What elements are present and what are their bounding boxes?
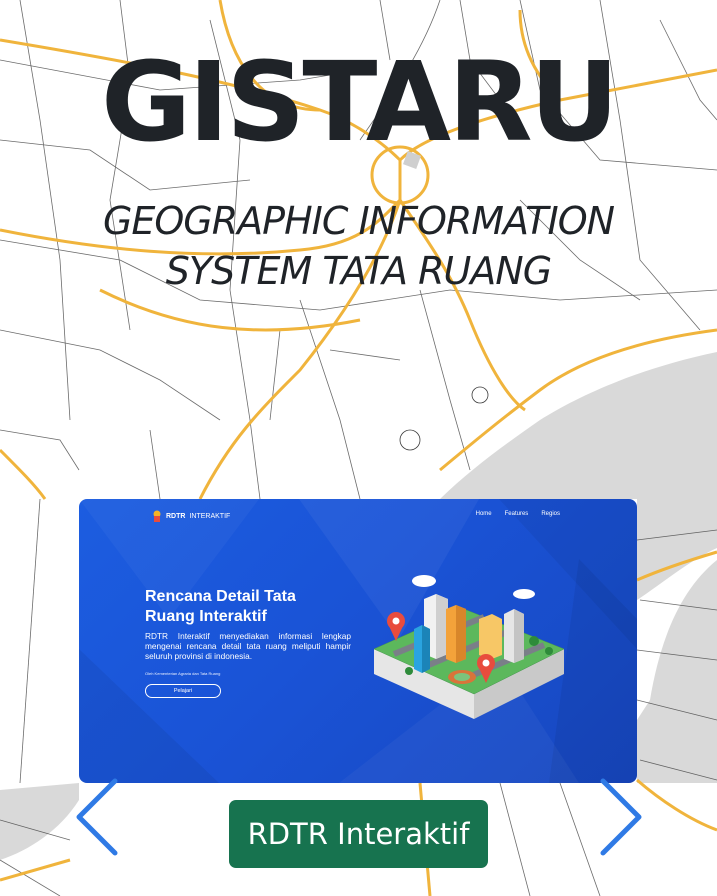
subtitle-line-2: SYSTEM TATA RUANG	[165, 249, 552, 293]
slide-brand: RDTR INTERAKTIF	[152, 510, 230, 522]
slide-heading: Rencana Detail Tata Ruang Interaktif	[145, 587, 345, 627]
subtitle-line-1: GEOGRAPHIC INFORMATION	[102, 199, 615, 243]
slide-menu-regios: Regios	[541, 511, 560, 517]
rdtr-logo-icon	[153, 510, 161, 522]
slide-description: RDTR Interaktif menyediakan informasi le…	[145, 631, 351, 661]
chevron-left-icon[interactable]	[73, 777, 123, 857]
carousel-slide-image[interactable]: RDTR INTERAKTIF Home Features Regios Renc…	[79, 499, 637, 783]
slide-credit: Oleh Kementerian Agraria dan Tata Ruang	[145, 671, 221, 676]
slide-heading-line-2: Ruang Interaktif	[145, 608, 267, 625]
page-subtitle: GEOGRAPHIC INFORMATION SYSTEM TATA RUANG	[0, 196, 717, 296]
rdtr-interaktif-button[interactable]: RDTR Interaktif	[229, 800, 488, 868]
city-illustration	[373, 575, 565, 719]
brand-bold: RDTR	[166, 512, 186, 520]
page-title: GISTARU	[100, 38, 619, 166]
slide-learn-button: Pelajari	[145, 684, 221, 698]
brand-light: INTERAKTIF	[189, 512, 231, 520]
slide-heading-line-1: Rencana Detail Tata	[145, 588, 296, 605]
slide-menu-home: Home	[475, 511, 492, 517]
chevron-right-icon[interactable]	[595, 777, 645, 857]
slide-menu: Home Features Regios	[476, 511, 560, 517]
slide-menu-features: Features	[504, 511, 529, 517]
